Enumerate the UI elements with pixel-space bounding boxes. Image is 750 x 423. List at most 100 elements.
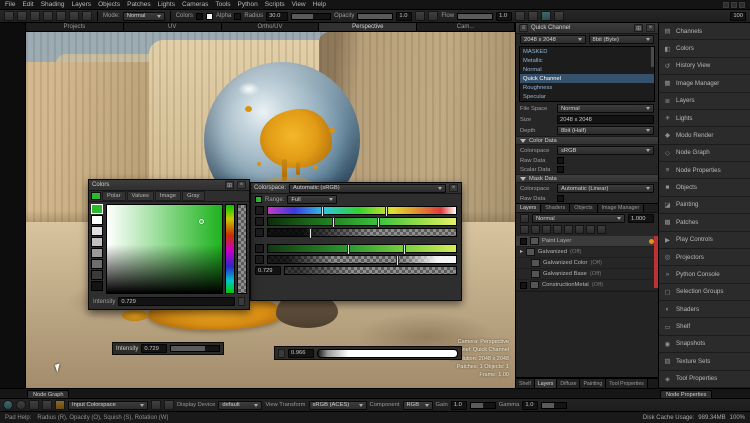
channel-row[interactable]: MASKED [520, 47, 654, 56]
menu-icon[interactable]: ≡ [519, 24, 528, 32]
tab-ortho-uv[interactable]: Ortho/UV [222, 23, 320, 31]
tab-uv[interactable]: UV [124, 23, 222, 31]
mask-colorspace-dropdown[interactable]: Automatic (Linear) [557, 184, 654, 193]
exposure-icon[interactable] [164, 400, 174, 410]
sidebar-item-painting[interactable]: ◪Painting [659, 197, 750, 214]
tab-image[interactable]: Image [155, 191, 181, 201]
eraser-tool-icon[interactable] [43, 11, 53, 21]
gradient-handle[interactable] [321, 206, 324, 217]
sidebar-item-shaders[interactable]: ◐Shaders [659, 301, 750, 318]
layer-row-group[interactable]: ▸ Galvanized (Off) [516, 247, 658, 258]
vector-tool-icon[interactable] [82, 11, 92, 21]
sidebar-item-history-view[interactable]: ↺History View [659, 58, 750, 75]
colors-panel-header[interactable]: Colors ⊞ × [89, 180, 249, 191]
file-space-dropdown[interactable]: Normal [557, 104, 654, 113]
tab-values[interactable]: Values [127, 191, 154, 201]
mask-raw-data-checkbox[interactable] [557, 195, 564, 202]
sidebar-item-node-graph[interactable]: ◇Node Graph [659, 145, 750, 162]
detach-icon[interactable]: ⊞ [225, 181, 234, 189]
menu-file[interactable]: File [5, 1, 15, 8]
menu-view[interactable]: View [292, 1, 306, 8]
display-device-dropdown[interactable]: default [218, 401, 262, 410]
gradient-handle[interactable] [377, 217, 380, 228]
depth-dropdown[interactable]: 8bit (Half) [557, 126, 654, 135]
color-swatch[interactable] [91, 248, 103, 258]
sidebar-item-play-controls[interactable]: ▶Play Controls [659, 232, 750, 249]
menu-lights[interactable]: Lights [158, 1, 175, 8]
dock-tab-tool-properties[interactable]: Tool Properties [606, 379, 648, 388]
sidebar-item-tool-properties[interactable]: ◈Tool Properties [659, 371, 750, 388]
lighting-mode-icon[interactable] [541, 11, 551, 21]
clone-tool-icon[interactable] [69, 11, 79, 21]
mask-data-section[interactable]: Mask Data [516, 174, 658, 183]
lock-layer-icon[interactable] [586, 225, 595, 234]
brush-preset-icon[interactable] [415, 11, 425, 21]
channel-row[interactable]: Metallic [520, 56, 654, 65]
gradient-handle[interactable] [332, 217, 335, 228]
paint-tool-icon[interactable] [30, 11, 40, 21]
hue-gradient-bar[interactable] [267, 206, 457, 215]
sidebar-item-colors[interactable]: ◧Colors [659, 40, 750, 57]
sidebar-item-layers[interactable]: ≣Layers [659, 93, 750, 110]
swatch-tab-icon[interactable] [91, 192, 101, 200]
intensity-slider[interactable] [170, 345, 220, 352]
flow-slider[interactable] [457, 13, 493, 20]
close-icon[interactable]: × [646, 24, 655, 32]
colorspace-dropdown[interactable]: sRGB [557, 146, 654, 155]
sidebar-item-patches[interactable]: ▩Patches [659, 214, 750, 231]
flow-field[interactable]: 1.0 [496, 12, 512, 21]
view-transform-dropdown[interactable]: sRGB (ACES) [309, 401, 367, 410]
close-icon[interactable]: × [237, 181, 246, 189]
layer-row-paint[interactable]: Paint Layer [516, 236, 658, 247]
paint-mode-dropdown[interactable]: Normal [123, 12, 165, 21]
close-icon[interactable]: × [449, 184, 458, 192]
sidebar-item-selection-groups[interactable]: ▢Selection Groups [659, 284, 750, 301]
gradient-value-field[interactable]: 0.729 [255, 266, 281, 275]
grid-toggle-icon[interactable] [42, 400, 52, 410]
current-color-swatch[interactable] [91, 204, 103, 214]
snap-icon[interactable] [3, 400, 13, 410]
merge-layer-icon[interactable] [575, 225, 584, 234]
sidebar-item-shelf[interactable]: ▭Shelf [659, 318, 750, 335]
add-mask-icon[interactable] [542, 225, 551, 234]
add-adjustment-icon[interactable] [553, 225, 562, 234]
detach-icon[interactable]: ⊞ [634, 24, 643, 32]
layer-row-child[interactable]: Galvanized Base (Off) [516, 269, 658, 280]
color-swatch[interactable] [91, 259, 103, 269]
paint-target-icon[interactable] [55, 400, 65, 410]
colorspace-dropdown[interactable]: Automatic (sRGB) [289, 184, 446, 193]
intensity-stepper[interactable] [238, 297, 245, 306]
blend-mode-dropdown[interactable]: Normal [532, 214, 625, 223]
dock-tab-painting[interactable]: Painting [580, 379, 606, 388]
intensity-field[interactable]: 0.729 [141, 344, 167, 353]
dock-tab-layers[interactable]: Layers [535, 379, 558, 388]
colormap-header[interactable]: Colorspace: Automatic (sRGB) × [251, 183, 461, 194]
opacity-field[interactable]: 1.0 [396, 12, 412, 21]
layer-row[interactable]: ConstructionMetal (Off) [516, 280, 658, 291]
gain-slider[interactable] [470, 402, 496, 409]
add-layer-icon[interactable] [520, 225, 529, 234]
menu-objects[interactable]: Objects [98, 1, 120, 8]
tab-objects[interactable]: Objects [570, 204, 597, 212]
blend-icon[interactable] [520, 214, 529, 223]
alpha-checkbox[interactable] [234, 13, 241, 20]
histogram-icon[interactable] [151, 400, 161, 410]
gradient-handle[interactable] [347, 244, 350, 255]
tab-image-manager[interactable]: Image Manager [598, 204, 645, 212]
scalar-data-checkbox[interactable] [557, 166, 564, 173]
mask-icon[interactable] [528, 11, 538, 21]
color-swatch[interactable] [91, 237, 103, 247]
gradient-handle[interactable] [385, 206, 388, 217]
color-swatch[interactable] [91, 270, 103, 280]
wireframe-icon[interactable] [554, 11, 564, 21]
channel-depth-dropdown[interactable]: 8bit (Byte) [589, 35, 655, 44]
menu-layers[interactable]: Layers [72, 1, 92, 8]
green-gradient-bar[interactable] [267, 217, 457, 226]
window-icon[interactable] [723, 2, 729, 8]
blur-tool-icon[interactable] [56, 11, 66, 21]
menu-python[interactable]: Python [238, 1, 258, 8]
tab-polar[interactable]: Polar [102, 191, 126, 201]
tab-gray[interactable]: Gray [182, 191, 205, 201]
projection-icon[interactable] [515, 11, 525, 21]
sidebar-item-texture-sets[interactable]: ▨Texture Sets [659, 353, 750, 370]
